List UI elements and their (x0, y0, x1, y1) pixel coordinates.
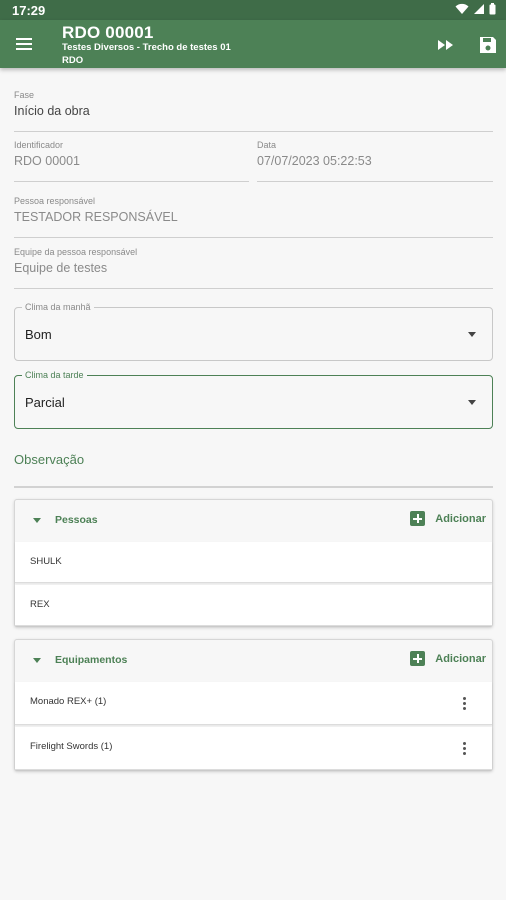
data-field: Data 07/07/2023 05:22:53 (257, 140, 493, 182)
fase-value: Início da obra (14, 104, 90, 118)
equipamento-name: Firelight Swords (1) (30, 741, 113, 752)
signal-icon (474, 4, 484, 14)
chevron-down-icon[interactable] (33, 658, 41, 663)
identificador-label: Identificador (14, 140, 64, 150)
pessoa-responsavel-underline (14, 237, 493, 238)
app-bar: RDO 00001 Testes Diversos - Trecho de te… (0, 20, 506, 68)
equipe-label: Equipe da pessoa responsável (14, 247, 138, 257)
fast-forward-icon[interactable] (435, 34, 457, 56)
pessoa-responsavel-field: Pessoa responsável TESTADOR RESPONSÁVEL (14, 196, 493, 238)
pessoa-responsavel-value: TESTADOR RESPONSÁVEL (14, 210, 178, 224)
app-subtitle: Testes Diversos - Trecho de testes 01 (62, 42, 231, 53)
list-item[interactable]: Monado REX+ (1) (15, 682, 492, 725)
pessoa-responsavel-label: Pessoa responsável (14, 196, 96, 206)
clima-tarde-label: Clima da tarde (22, 370, 87, 380)
status-bar: 17:29 (0, 0, 506, 20)
equipe-value: Equipe de testes (14, 261, 108, 275)
equipamentos-card-header: Equipamentos Adicionar (15, 640, 492, 682)
more-vert-icon[interactable] (463, 697, 466, 711)
fase-label: Fase (14, 90, 35, 100)
clima-manha-label: Clima da manhã (22, 302, 94, 312)
observacao-underline (14, 486, 493, 488)
pessoa-name: REX (30, 599, 50, 610)
equipe-underline (14, 288, 493, 289)
battery-icon (489, 3, 496, 15)
save-icon[interactable] (477, 34, 499, 56)
pessoas-card: Pessoas Adicionar SHULK REX (14, 499, 493, 627)
dropdown-arrow-icon (468, 332, 476, 337)
list-item[interactable]: SHULK (15, 542, 492, 583)
equipe-field: Equipe da pessoa responsável Equipe de t… (14, 247, 493, 289)
clima-manha-select[interactable]: Clima da manhã Bom (14, 302, 493, 361)
pessoas-card-header: Pessoas Adicionar (15, 500, 492, 542)
identificador-underline (14, 181, 249, 182)
status-time: 17:29 (12, 3, 46, 18)
equipamentos-add-button[interactable]: Adicionar (410, 651, 486, 666)
identificador-field: Identificador RDO 00001 (14, 140, 249, 182)
dropdown-arrow-icon (468, 400, 476, 405)
list-item[interactable]: REX (15, 585, 492, 626)
pessoas-title[interactable]: Pessoas (55, 514, 98, 526)
equipamento-name: Monado REX+ (1) (30, 696, 107, 707)
clima-tarde-value: Parcial (25, 395, 65, 410)
observacao-input[interactable]: Observação (14, 452, 493, 488)
data-underline (257, 181, 493, 182)
fase-field[interactable]: Fase Início da obra (14, 90, 493, 132)
equipamentos-add-label: Adicionar (435, 652, 486, 665)
identificador-value: RDO 00001 (14, 154, 81, 168)
pessoa-name: SHULK (30, 556, 62, 567)
app-title: RDO 00001 (62, 23, 154, 42)
observacao-placeholder: Observação (14, 452, 85, 467)
app-subtitle-type: RDO (62, 55, 84, 66)
data-label: Data (257, 140, 277, 150)
pessoas-add-button[interactable]: Adicionar (410, 511, 486, 526)
more-vert-icon[interactable] (463, 742, 466, 756)
status-icons (455, 3, 496, 15)
pessoas-add-label: Adicionar (435, 512, 486, 525)
add-box-icon (410, 511, 426, 526)
clima-manha-value: Bom (25, 327, 52, 342)
list-item[interactable]: Firelight Swords (1) (15, 727, 492, 770)
clima-tarde-select[interactable]: Clima da tarde Parcial (14, 370, 493, 429)
add-box-icon (410, 651, 426, 666)
equipamentos-card: Equipamentos Adicionar Monado REX+ (1) F… (14, 639, 493, 771)
data-value: 07/07/2023 05:22:53 (257, 154, 372, 168)
menu-icon[interactable] (14, 34, 36, 54)
chevron-down-icon[interactable] (33, 518, 41, 523)
wifi-icon (455, 3, 469, 15)
fase-underline (14, 131, 493, 132)
equipamentos-title[interactable]: Equipamentos (55, 654, 127, 666)
